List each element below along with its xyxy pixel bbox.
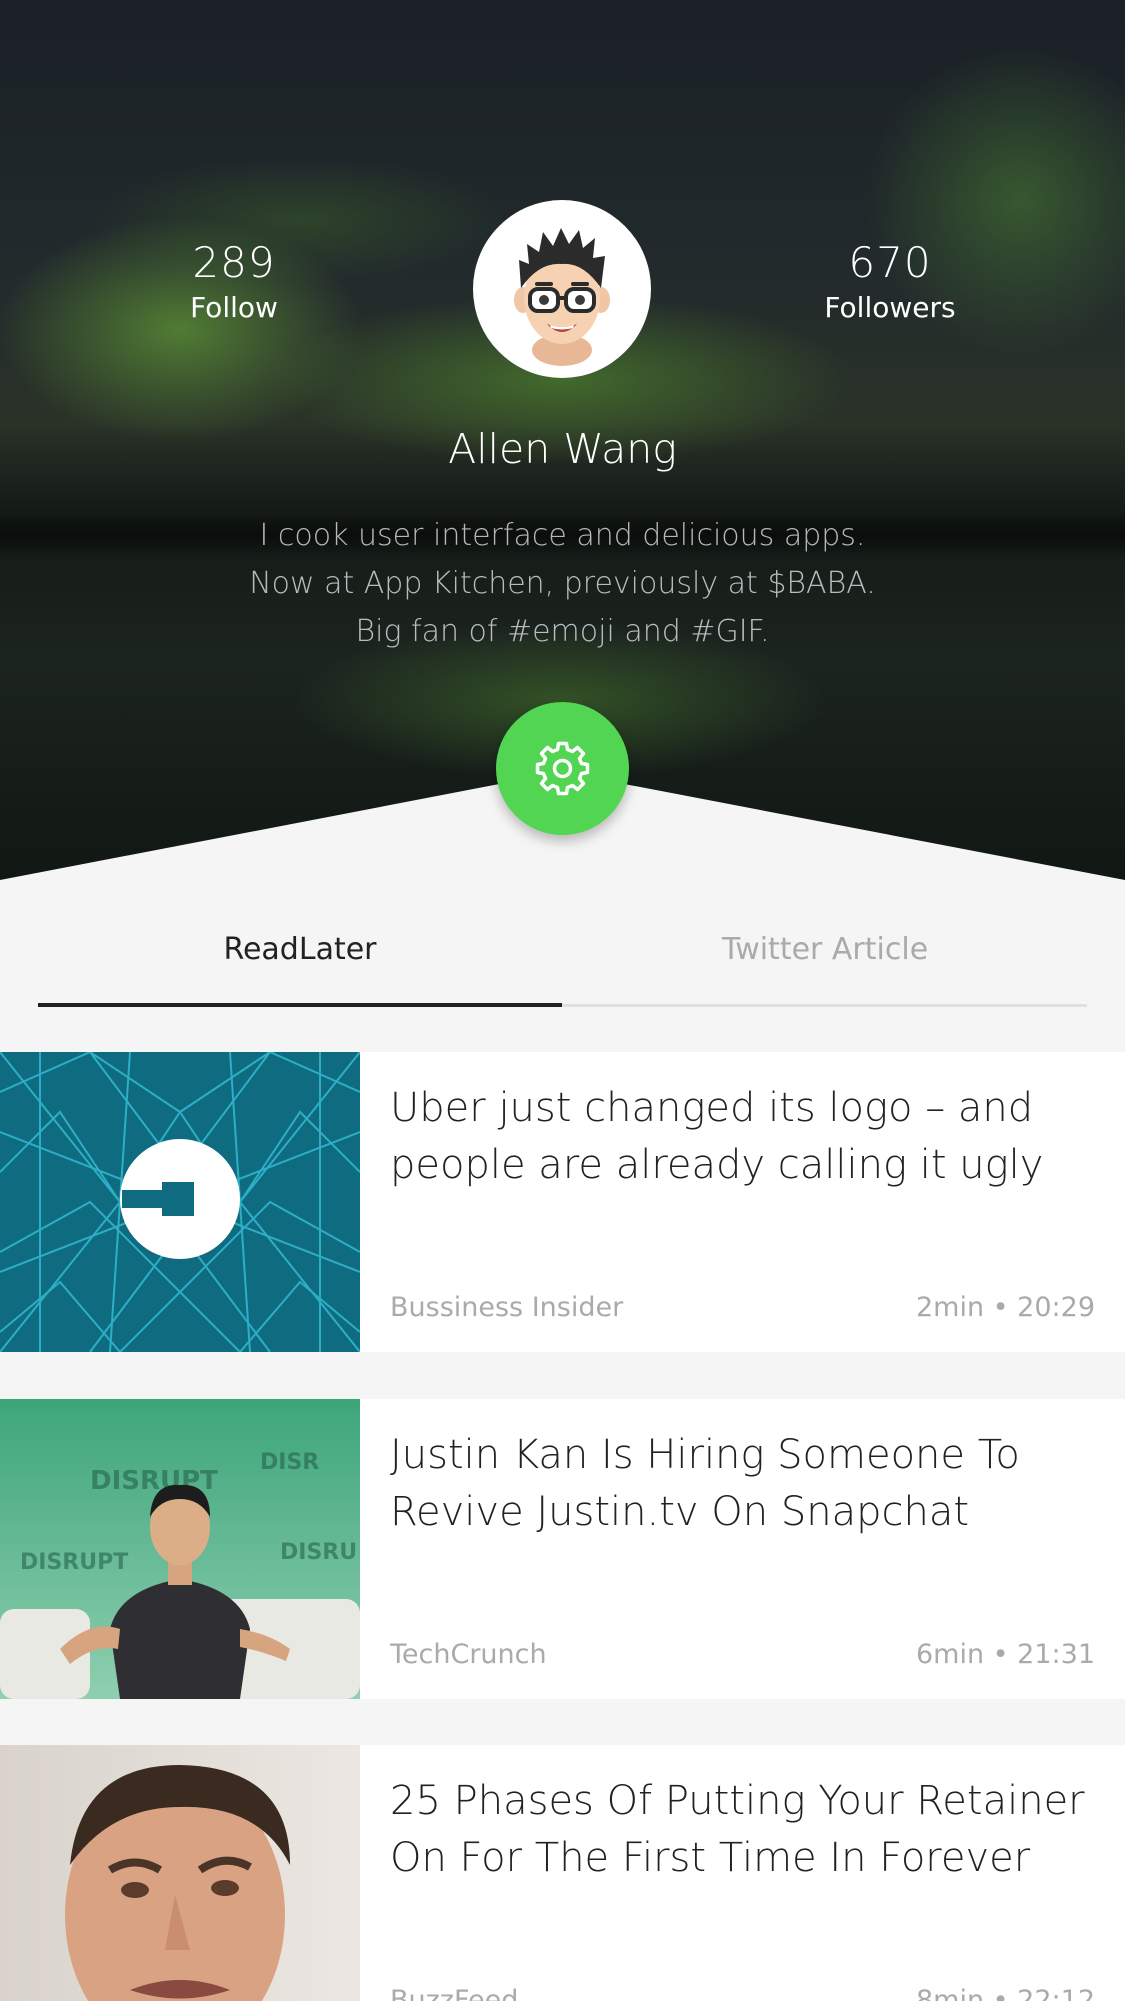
article-meta: 6min • 21:31 — [916, 1639, 1095, 1670]
memoji-avatar-icon — [514, 228, 610, 366]
svg-text:DISRUPT: DISRUPT — [20, 1550, 128, 1575]
buzzfeed-photo-image — [0, 1745, 360, 2001]
uber-logo-image — [0, 1052, 360, 1352]
follow-label: Follow — [190, 291, 278, 324]
svg-text:DISR: DISR — [260, 1450, 319, 1475]
article-card[interactable]: 25 Phases Of Putting Your Retainer On Fo… — [0, 1745, 1125, 2001]
article-title: Uber just changed its logo – and people … — [390, 1080, 1090, 1194]
bio-line: Now at App Kitchen, previously at $BABA. — [249, 566, 876, 601]
profile-name: Allen Wang — [448, 425, 677, 473]
svg-text:DISRU: DISRU — [280, 1540, 357, 1565]
tab-active-indicator — [38, 1003, 562, 1007]
bio-line: Big fan of #emoji and #GIF. — [355, 614, 770, 649]
article-card[interactable]: Uber just changed its logo – and people … — [0, 1052, 1125, 1352]
avatar[interactable] — [473, 200, 651, 378]
article-meta: 8min • 22:12 — [916, 1985, 1095, 2001]
follow-count: 289 — [192, 238, 276, 287]
article-title-line: Revive Justin.tv On Snapchat — [390, 1489, 970, 1535]
followers-stat[interactable]: 670 Followers — [770, 238, 1010, 324]
followers-count: 670 — [848, 238, 932, 287]
article-meta: 2min • 20:29 — [916, 1292, 1095, 1323]
article-title-line: people are already calling it ugly — [390, 1142, 1044, 1188]
article-title-line: 25 Phases Of Putting Your Retainer — [390, 1778, 1085, 1824]
follow-stat[interactable]: 289 Follow — [114, 238, 354, 324]
gear-icon — [535, 741, 590, 796]
article-source: BuzzFeed — [390, 1985, 519, 2001]
article-thumbnail: DISRUPT DISRUPT DISR DISRU — [0, 1399, 360, 1699]
article-card[interactable]: DISRUPT DISRUPT DISR DISRU Justin Kan Is… — [0, 1399, 1125, 1699]
content-tabs: ReadLater Twitter Article — [38, 900, 1087, 1008]
article-thumbnail — [0, 1052, 360, 1352]
article-source: Bussiness Insider — [390, 1292, 624, 1323]
profile-page: 289 Follow 670 Followers Allen Wang I co… — [0, 0, 1125, 2001]
tab-twitter-article[interactable]: Twitter Article — [563, 900, 1087, 1004]
article-thumbnail — [0, 1745, 360, 2001]
tab-readlater[interactable]: ReadLater — [38, 900, 562, 1004]
settings-button[interactable] — [496, 702, 629, 835]
bio-line: I cook user interface and delicious apps… — [259, 518, 866, 553]
article-title-line: On For The First Time In Forever — [390, 1835, 1031, 1881]
article-title-line: Justin Kan Is Hiring Someone To — [390, 1432, 1020, 1478]
techcrunch-photo-image: DISRUPT DISRUPT DISR DISRU — [0, 1399, 360, 1699]
article-title: 25 Phases Of Putting Your Retainer On Fo… — [390, 1773, 1090, 1887]
profile-bio: I cook user interface and delicious apps… — [0, 512, 1125, 656]
followers-label: Followers — [824, 291, 956, 324]
article-title: Justin Kan Is Hiring Someone To Revive J… — [390, 1427, 1090, 1541]
article-source: TechCrunch — [390, 1639, 547, 1670]
article-title-line: Uber just changed its logo – and — [390, 1085, 1034, 1131]
